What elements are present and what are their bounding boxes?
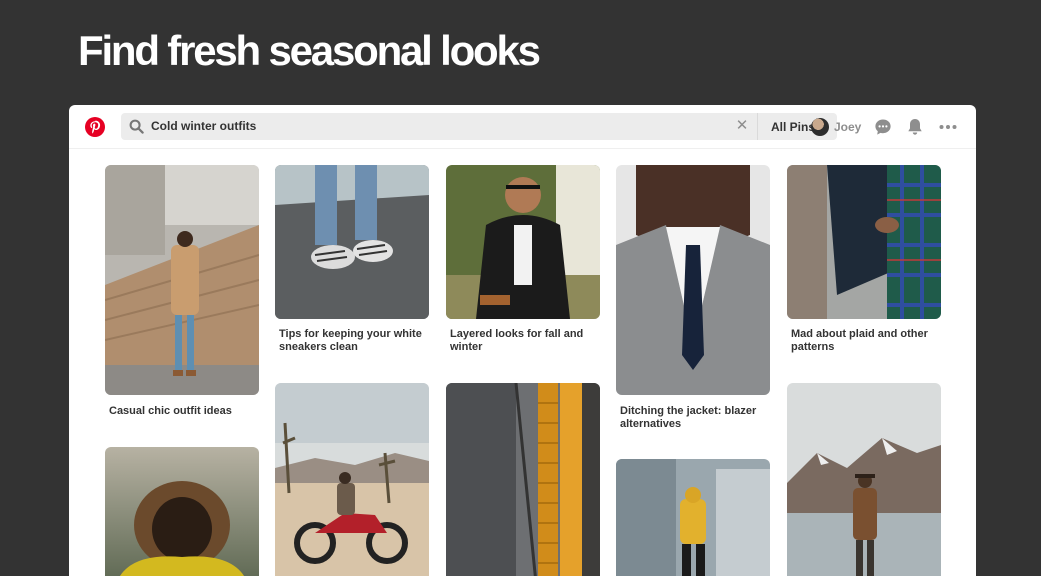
chat-bubble-icon[interactable] xyxy=(873,117,893,137)
pin-image-yellow-hoodie[interactable] xyxy=(616,459,770,576)
user-profile-button[interactable]: Joey xyxy=(811,117,862,137)
page-headline: Find fresh seasonal looks xyxy=(78,27,541,74)
clear-search-icon[interactable]: ✕ xyxy=(733,117,751,135)
pin-image-motorcycle-desert[interactable] xyxy=(275,383,429,576)
pin-caption[interactable]: Tips for keeping your white sneakers cle… xyxy=(279,328,429,354)
app-window: Cold winter outfits ✕ All Pins Joey Casu… xyxy=(69,105,976,576)
pin-caption[interactable]: Ditching the jacket: blazer alternatives xyxy=(620,405,770,431)
pin-image-plaid-pattern[interactable] xyxy=(787,165,941,319)
more-dots-icon[interactable] xyxy=(938,117,958,137)
pin-image-white-sneakers[interactable] xyxy=(275,165,429,319)
avatar xyxy=(811,118,829,136)
pinterest-logo-icon[interactable] xyxy=(85,117,105,137)
search-icon xyxy=(129,119,144,134)
pin-image-casual-chic-man[interactable] xyxy=(105,165,259,395)
pin-caption[interactable]: Mad about plaid and other patterns xyxy=(791,328,941,354)
pin-image-mountain-lake-traveler[interactable] xyxy=(787,383,941,576)
pin-image-coat-and-scarf[interactable] xyxy=(446,383,600,576)
search-bar[interactable]: Cold winter outfits ✕ All Pins xyxy=(121,113,837,140)
pin-image-grey-cardigan-tie[interactable] xyxy=(616,165,770,395)
pin-image-layered-bomber[interactable] xyxy=(446,165,600,319)
search-divider xyxy=(757,113,758,140)
pin-caption[interactable]: Casual chic outfit ideas xyxy=(109,405,259,418)
search-input[interactable]: Cold winter outfits xyxy=(151,119,256,133)
bell-icon[interactable] xyxy=(905,117,925,137)
user-name: Joey xyxy=(834,120,862,134)
pin-image-fur-hood-parka[interactable] xyxy=(105,447,259,576)
top-navigation-bar: Cold winter outfits ✕ All Pins Joey xyxy=(69,105,976,149)
pin-filter-label: All Pins xyxy=(771,120,816,134)
pin-caption[interactable]: Layered looks for fall and winter xyxy=(450,328,600,354)
